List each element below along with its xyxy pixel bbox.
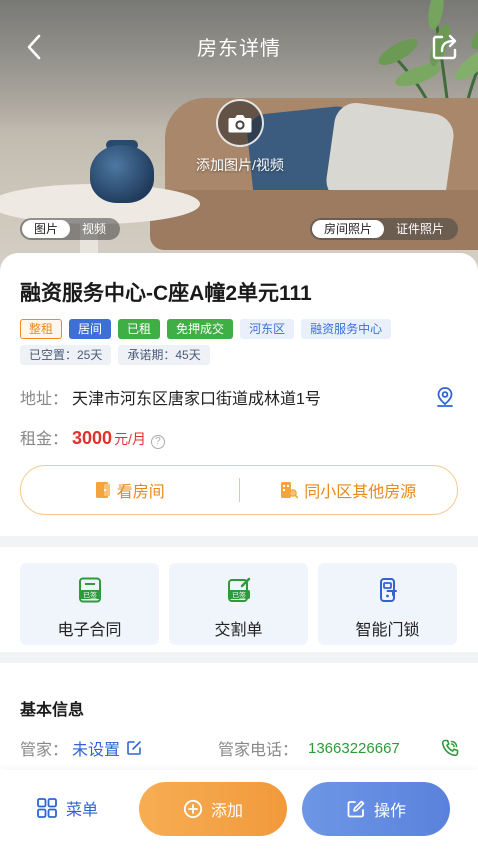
rent-value: 3000 bbox=[72, 428, 113, 448]
add-label: 添加 bbox=[210, 803, 243, 820]
tab-videos[interactable]: 视频 bbox=[70, 220, 118, 238]
view-room-button[interactable]: 看房间 bbox=[21, 466, 239, 514]
edit-icon[interactable] bbox=[126, 740, 142, 756]
manager-label: 管家： bbox=[20, 742, 69, 759]
signed-badge: 已签 bbox=[83, 591, 97, 600]
smart-lock-button[interactable]: 智能门锁 bbox=[318, 563, 457, 645]
add-media-label: 添加图片/视频 bbox=[196, 157, 284, 173]
grid-menu-icon bbox=[37, 798, 57, 818]
phone-value[interactable]: 13663226667 bbox=[308, 740, 400, 757]
e-contract-label: 电子合同 bbox=[57, 622, 122, 639]
tab-photos[interactable]: 图片 bbox=[22, 220, 71, 238]
manager-value[interactable]: 未设置 bbox=[72, 736, 120, 760]
address-row: 地址： 天津市河东区唐家口街道成林道1号 bbox=[20, 385, 460, 409]
share-button[interactable] bbox=[430, 32, 460, 62]
smart-lock-icon bbox=[379, 578, 397, 602]
rent-unit: 元/月 bbox=[114, 431, 146, 447]
same-community-label: 同小区其他房源 bbox=[304, 484, 417, 501]
view-room-label: 看房间 bbox=[116, 484, 165, 501]
plus-circle-icon bbox=[183, 799, 203, 819]
door-icon bbox=[95, 482, 110, 498]
section-title: 基本信息 bbox=[20, 702, 85, 719]
rent-label: 租金： bbox=[20, 431, 69, 448]
photo-type-switch: 房间照片 证件照片 bbox=[309, 218, 458, 240]
location-icon[interactable] bbox=[434, 386, 456, 408]
tag-status: 已租 bbox=[118, 319, 161, 339]
tag-deposit-free: 免押成交 bbox=[167, 319, 234, 339]
edit-square-icon bbox=[347, 800, 365, 818]
address-value: 天津市河东区唐家口街道成林道1号 bbox=[72, 391, 321, 408]
operate-label: 操作 bbox=[373, 803, 406, 820]
room-info-card: 融资服务中心-C座A幢2单元111 整租 居间 已租 免押成交 河东区 融资服务… bbox=[0, 253, 478, 536]
tag-district: 河东区 bbox=[240, 319, 295, 339]
documents-card: 已签 电子合同 已签 交割单 智能门锁 bbox=[0, 547, 478, 652]
basic-info-card: 基本信息 管家： 未设置 管家电话： 13663226667 bbox=[0, 663, 478, 773]
camera-button[interactable] bbox=[216, 99, 264, 147]
add-media-button[interactable]: 添加图片/视频 bbox=[180, 99, 300, 175]
media-type-switch: 图片 视频 bbox=[20, 218, 121, 240]
address-label: 地址： bbox=[20, 391, 69, 408]
smart-lock-label: 智能门锁 bbox=[355, 622, 420, 639]
handover-sheet-label: 交割单 bbox=[214, 622, 263, 639]
handover-sheet-button[interactable]: 已签 交割单 bbox=[169, 563, 308, 645]
same-community-button[interactable]: 同小区其他房源 bbox=[240, 466, 458, 514]
room-title: 融资服务中心-C座A幢2单元111 bbox=[20, 282, 312, 305]
rent-row: 租金： 3000 元/月 ? bbox=[20, 425, 165, 449]
hero-photo: 房东详情 添加图片/视频 图片 视频 房间照片 证件照片 bbox=[0, 0, 478, 290]
menu-label: 菜单 bbox=[66, 802, 99, 819]
phone-icon[interactable] bbox=[440, 738, 460, 758]
tag-commitment: 承诺期：45天 bbox=[118, 345, 210, 365]
camera-icon bbox=[228, 115, 252, 133]
tag-agency: 居间 bbox=[69, 319, 112, 339]
tab-id-photos[interactable]: 证件照片 bbox=[384, 220, 456, 238]
handover-signed-icon: 已签 bbox=[227, 577, 250, 602]
building-search-icon bbox=[281, 482, 299, 499]
add-button[interactable]: 添加 bbox=[139, 782, 287, 836]
signed-badge: 已签 bbox=[232, 591, 246, 600]
vase-illustration bbox=[90, 145, 154, 203]
share-icon bbox=[432, 34, 457, 60]
help-icon[interactable]: ? bbox=[150, 435, 165, 449]
operate-button[interactable]: 操作 bbox=[302, 782, 450, 836]
room-action-bar: 看房间 同小区其他房源 bbox=[20, 465, 458, 515]
contract-signed-icon: 已签 bbox=[78, 577, 101, 603]
e-contract-button[interactable]: 已签 电子合同 bbox=[20, 563, 159, 645]
tag-rent-type: 整租 bbox=[20, 319, 63, 339]
bottom-action-bar: 菜单 添加 操作 bbox=[0, 770, 478, 850]
manager-row: 管家： 未设置 管家电话： 13663226667 bbox=[20, 736, 460, 760]
phone-label: 管家电话： bbox=[218, 742, 299, 759]
page-title: 房东详情 bbox=[197, 38, 281, 60]
tab-room-photos[interactable]: 房间照片 bbox=[311, 220, 384, 238]
tag-community: 融资服务中心 bbox=[301, 319, 392, 339]
tag-vacancy: 已空置：25天 bbox=[20, 345, 112, 365]
menu-button[interactable]: 菜单 bbox=[36, 796, 98, 820]
tag-list: 整租 居间 已租 免押成交 河东区 融资服务中心 已空置：25天 承诺期：45天 bbox=[20, 319, 460, 365]
